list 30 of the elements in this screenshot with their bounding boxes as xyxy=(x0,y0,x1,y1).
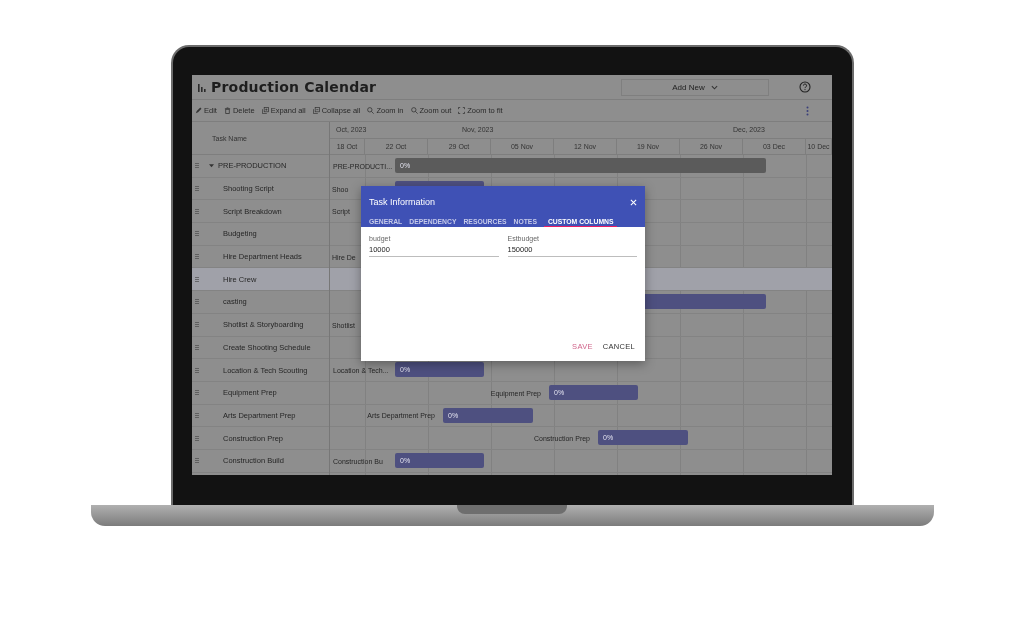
app-title: Production Calendar xyxy=(211,79,377,95)
add-new-dropdown[interactable]: Add New xyxy=(621,78,769,96)
pencil-icon xyxy=(195,107,202,114)
drag-handle-icon[interactable] xyxy=(195,231,199,237)
drag-handle-icon[interactable] xyxy=(195,458,199,464)
close-icon[interactable] xyxy=(630,198,637,206)
drag-handle-icon[interactable] xyxy=(195,322,199,328)
drag-handle-icon[interactable] xyxy=(195,163,199,169)
drag-handle-icon[interactable] xyxy=(195,344,199,350)
drag-handle-icon[interactable] xyxy=(195,276,199,282)
expand-icon xyxy=(261,107,269,114)
drag-handle-icon[interactable] xyxy=(195,435,199,441)
drag-handle-icon[interactable] xyxy=(195,367,199,373)
drag-handle-icon[interactable] xyxy=(195,254,199,260)
zoom-out-icon xyxy=(410,107,418,114)
drag-handle-icon[interactable] xyxy=(195,412,199,418)
drag-handle-icon[interactable] xyxy=(195,390,199,396)
trash-icon xyxy=(223,107,231,114)
more-options-icon[interactable] xyxy=(806,105,809,116)
zoom-in-icon xyxy=(367,107,375,114)
caret-icon xyxy=(710,84,718,90)
drag-handle-icon[interactable] xyxy=(195,299,199,305)
help-icon[interactable] xyxy=(799,81,811,93)
drag-handle-icon[interactable] xyxy=(195,208,199,214)
bar-chart-icon xyxy=(198,82,206,92)
drag-handle-icon[interactable] xyxy=(195,186,199,192)
fit-screen-icon xyxy=(458,107,466,114)
collapse-icon xyxy=(312,107,320,114)
dialog-title: Task Information xyxy=(369,197,436,207)
caret-icon[interactable] xyxy=(209,163,214,169)
